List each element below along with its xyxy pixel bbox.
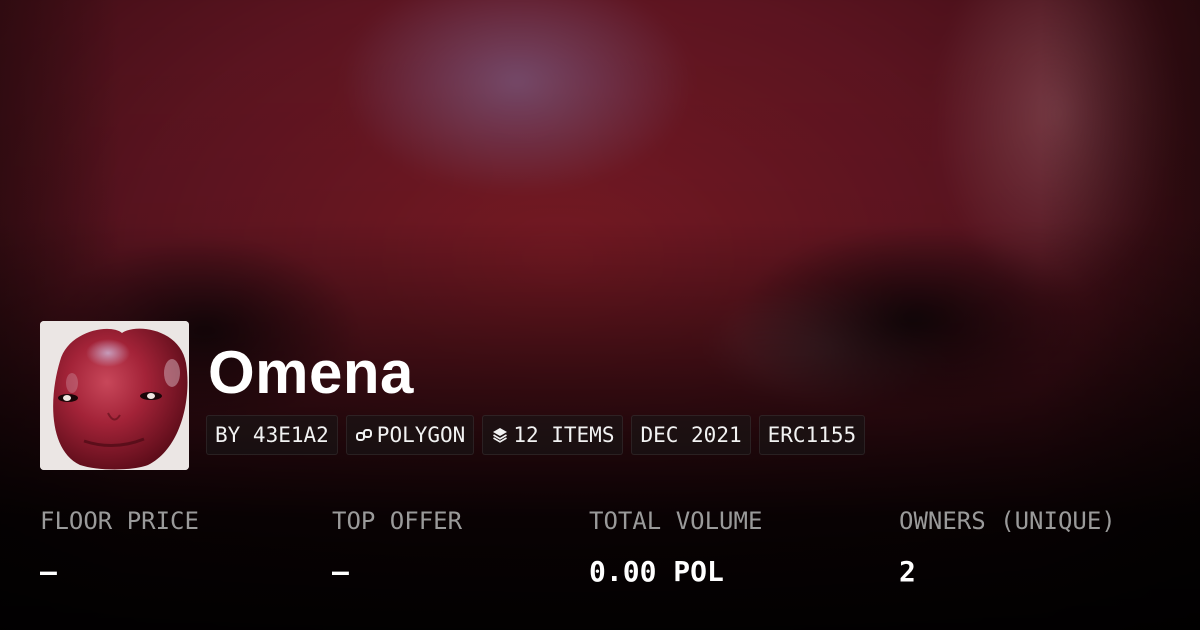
item-count-tag-label: 12 ITEMS [513,423,615,447]
created-date-tag-label: DEC 2021 [640,423,742,447]
created-date-tag: DEC 2021 [631,415,751,455]
creator-tag[interactable]: BY 43E1A2 [206,415,338,455]
total-volume-label: TOTAL VOLUME [589,507,763,535]
item-count-tag[interactable]: 12 ITEMS [482,415,624,455]
chain-tag[interactable]: POLYGON [345,415,475,455]
total-volume-value: 0.00 POL [589,555,724,588]
top-offer-label: TOP OFFER [332,507,463,535]
token-standard-tag-label: ERC1155 [767,423,857,447]
chain-tag-label: POLYGON [376,423,466,447]
token-standard-tag: ERC1155 [758,415,866,455]
collection-title: Omena [208,339,414,406]
layers-icon [491,426,509,444]
floor-price-value: — [40,555,57,588]
top-offer-value: — [332,555,349,588]
chain-link-icon [355,426,373,444]
collection-avatar [40,321,189,470]
owners-label: OWNERS (UNIQUE) [899,507,1116,535]
creator-tag-label: BY 43E1A2 [215,423,329,447]
floor-price-label: FLOOR PRICE [40,507,199,535]
owners-value: 2 [899,555,916,588]
collection-tags: BY 43E1A2 POLYGON 12 ITEMS DEC 2021 ERC1… [206,415,866,455]
